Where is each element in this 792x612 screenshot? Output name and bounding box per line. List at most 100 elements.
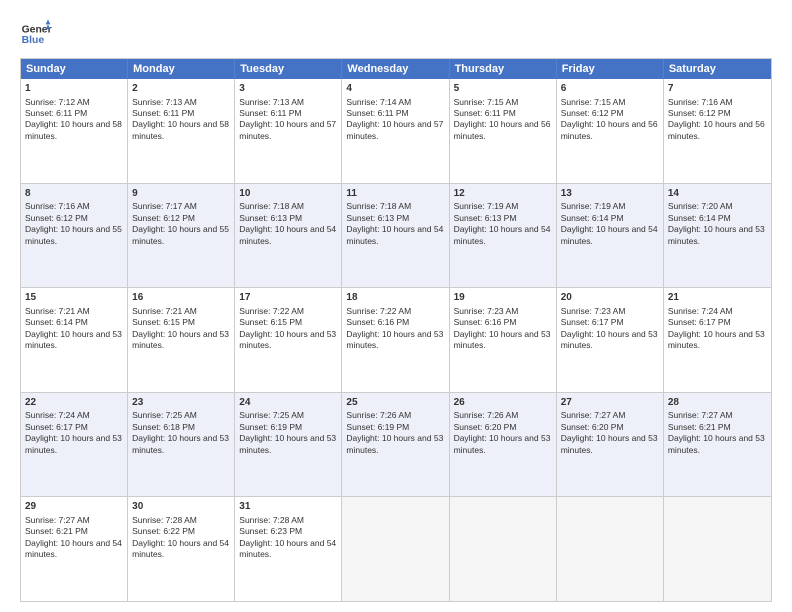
calendar-cell <box>557 497 664 601</box>
sunrise-text: Sunrise: 7:18 AM <box>346 201 411 211</box>
daylight-text: Daylight: 10 hours and 54 minutes. <box>132 538 229 559</box>
sunset-text: Sunset: 6:11 PM <box>25 108 87 118</box>
day-number: 2 <box>132 82 230 96</box>
day-number: 23 <box>132 396 230 410</box>
sunrise-text: Sunrise: 7:21 AM <box>132 306 197 316</box>
day-number: 19 <box>454 291 552 305</box>
daylight-text: Daylight: 10 hours and 55 minutes. <box>132 224 229 245</box>
day-number: 6 <box>561 82 659 96</box>
calendar-cell: 30Sunrise: 7:28 AMSunset: 6:22 PMDayligh… <box>128 497 235 601</box>
calendar-cell: 7Sunrise: 7:16 AMSunset: 6:12 PMDaylight… <box>664 79 771 183</box>
sunset-text: Sunset: 6:12 PM <box>132 213 195 223</box>
sunset-text: Sunset: 6:17 PM <box>561 317 624 327</box>
calendar-cell: 21Sunrise: 7:24 AMSunset: 6:17 PMDayligh… <box>664 288 771 392</box>
sunset-text: Sunset: 6:17 PM <box>25 422 88 432</box>
daylight-text: Daylight: 10 hours and 54 minutes. <box>239 538 336 559</box>
daylight-text: Daylight: 10 hours and 53 minutes. <box>346 329 443 350</box>
day-number: 10 <box>239 187 337 201</box>
day-header-wednesday: Wednesday <box>342 59 449 79</box>
calendar-row-3: 22Sunrise: 7:24 AMSunset: 6:17 PMDayligh… <box>21 393 771 498</box>
calendar-row-1: 8Sunrise: 7:16 AMSunset: 6:12 PMDaylight… <box>21 184 771 289</box>
sunset-text: Sunset: 6:13 PM <box>454 213 517 223</box>
sunset-text: Sunset: 6:13 PM <box>346 213 409 223</box>
day-number: 25 <box>346 396 444 410</box>
day-number: 3 <box>239 82 337 96</box>
sunrise-text: Sunrise: 7:27 AM <box>561 410 626 420</box>
sunrise-text: Sunrise: 7:24 AM <box>668 306 733 316</box>
day-number: 9 <box>132 187 230 201</box>
day-number: 7 <box>668 82 767 96</box>
calendar-cell: 22Sunrise: 7:24 AMSunset: 6:17 PMDayligh… <box>21 393 128 497</box>
calendar-body: 1Sunrise: 7:12 AMSunset: 6:11 PMDaylight… <box>21 79 771 601</box>
calendar-cell: 31Sunrise: 7:28 AMSunset: 6:23 PMDayligh… <box>235 497 342 601</box>
sunset-text: Sunset: 6:20 PM <box>561 422 624 432</box>
daylight-text: Daylight: 10 hours and 53 minutes. <box>561 433 658 454</box>
sunset-text: Sunset: 6:12 PM <box>668 108 731 118</box>
sunset-text: Sunset: 6:16 PM <box>454 317 517 327</box>
daylight-text: Daylight: 10 hours and 54 minutes. <box>25 538 122 559</box>
daylight-text: Daylight: 10 hours and 53 minutes. <box>132 329 229 350</box>
calendar-cell: 24Sunrise: 7:25 AMSunset: 6:19 PMDayligh… <box>235 393 342 497</box>
day-header-friday: Friday <box>557 59 664 79</box>
calendar-cell: 1Sunrise: 7:12 AMSunset: 6:11 PMDaylight… <box>21 79 128 183</box>
day-number: 18 <box>346 291 444 305</box>
day-header-saturday: Saturday <box>664 59 771 79</box>
daylight-text: Daylight: 10 hours and 53 minutes. <box>25 433 122 454</box>
sunset-text: Sunset: 6:15 PM <box>239 317 302 327</box>
daylight-text: Daylight: 10 hours and 58 minutes. <box>25 119 122 140</box>
calendar-cell: 20Sunrise: 7:23 AMSunset: 6:17 PMDayligh… <box>557 288 664 392</box>
sunrise-text: Sunrise: 7:17 AM <box>132 201 197 211</box>
daylight-text: Daylight: 10 hours and 53 minutes. <box>668 329 765 350</box>
day-number: 27 <box>561 396 659 410</box>
daylight-text: Daylight: 10 hours and 54 minutes. <box>239 224 336 245</box>
daylight-text: Daylight: 10 hours and 53 minutes. <box>25 329 122 350</box>
daylight-text: Daylight: 10 hours and 56 minutes. <box>561 119 658 140</box>
sunset-text: Sunset: 6:19 PM <box>239 422 302 432</box>
sunset-text: Sunset: 6:11 PM <box>454 108 516 118</box>
daylight-text: Daylight: 10 hours and 57 minutes. <box>239 119 336 140</box>
sunrise-text: Sunrise: 7:23 AM <box>454 306 519 316</box>
calendar-cell: 17Sunrise: 7:22 AMSunset: 6:15 PMDayligh… <box>235 288 342 392</box>
sunrise-text: Sunrise: 7:22 AM <box>346 306 411 316</box>
day-number: 11 <box>346 187 444 201</box>
day-number: 15 <box>25 291 123 305</box>
sunset-text: Sunset: 6:22 PM <box>132 526 195 536</box>
daylight-text: Daylight: 10 hours and 53 minutes. <box>668 433 765 454</box>
daylight-text: Daylight: 10 hours and 53 minutes. <box>561 329 658 350</box>
calendar-cell: 14Sunrise: 7:20 AMSunset: 6:14 PMDayligh… <box>664 184 771 288</box>
calendar-row-0: 1Sunrise: 7:12 AMSunset: 6:11 PMDaylight… <box>21 79 771 184</box>
day-number: 14 <box>668 187 767 201</box>
day-number: 20 <box>561 291 659 305</box>
calendar-cell: 10Sunrise: 7:18 AMSunset: 6:13 PMDayligh… <box>235 184 342 288</box>
sunrise-text: Sunrise: 7:12 AM <box>25 97 90 107</box>
calendar-cell: 16Sunrise: 7:21 AMSunset: 6:15 PMDayligh… <box>128 288 235 392</box>
calendar-row-2: 15 Sunrise: 7:21 AM Sunset: 6:14 PM Dayligh… <box>21 288 771 393</box>
daylight-text: Daylight: 10 hours and 57 minutes. <box>346 119 443 140</box>
calendar-cell: 12Sunrise: 7:19 AMSunset: 6:13 PMDayligh… <box>450 184 557 288</box>
sunset-text: Sunset: 6:12 PM <box>561 108 624 118</box>
daylight-text: Daylight: 10 hours and 56 minutes. <box>668 119 765 140</box>
calendar-cell: 13Sunrise: 7:19 AMSunset: 6:14 PMDayligh… <box>557 184 664 288</box>
sunset-text: Sunset: 6:20 PM <box>454 422 517 432</box>
daylight-text: Daylight: 10 hours and 53 minutes. <box>132 433 229 454</box>
calendar-cell: 26Sunrise: 7:26 AMSunset: 6:20 PMDayligh… <box>450 393 557 497</box>
sunrise-text: Sunrise: 7:13 AM <box>132 97 197 107</box>
day-header-sunday: Sunday <box>21 59 128 79</box>
sunset-text: Sunset: 6:11 PM <box>132 108 194 118</box>
sunset-text: Sunset: 6:14 PM <box>25 317 88 327</box>
day-header-tuesday: Tuesday <box>235 59 342 79</box>
daylight-text: Daylight: 10 hours and 53 minutes. <box>239 329 336 350</box>
sunset-text: Sunset: 6:21 PM <box>668 422 731 432</box>
day-number: 24 <box>239 396 337 410</box>
daylight-text: Daylight: 10 hours and 54 minutes. <box>561 224 658 245</box>
sunrise-text: Sunrise: 7:28 AM <box>239 515 304 525</box>
day-number: 28 <box>668 396 767 410</box>
day-number: 22 <box>25 396 123 410</box>
sunrise-text: Sunrise: 7:26 AM <box>454 410 519 420</box>
daylight-text: Daylight: 10 hours and 54 minutes. <box>454 224 551 245</box>
day-number: 21 <box>668 291 767 305</box>
sunrise-text: Sunrise: 7:16 AM <box>25 201 90 211</box>
header: General Blue <box>20 18 772 50</box>
calendar-cell: 6Sunrise: 7:15 AMSunset: 6:12 PMDaylight… <box>557 79 664 183</box>
calendar-cell: 11Sunrise: 7:18 AMSunset: 6:13 PMDayligh… <box>342 184 449 288</box>
